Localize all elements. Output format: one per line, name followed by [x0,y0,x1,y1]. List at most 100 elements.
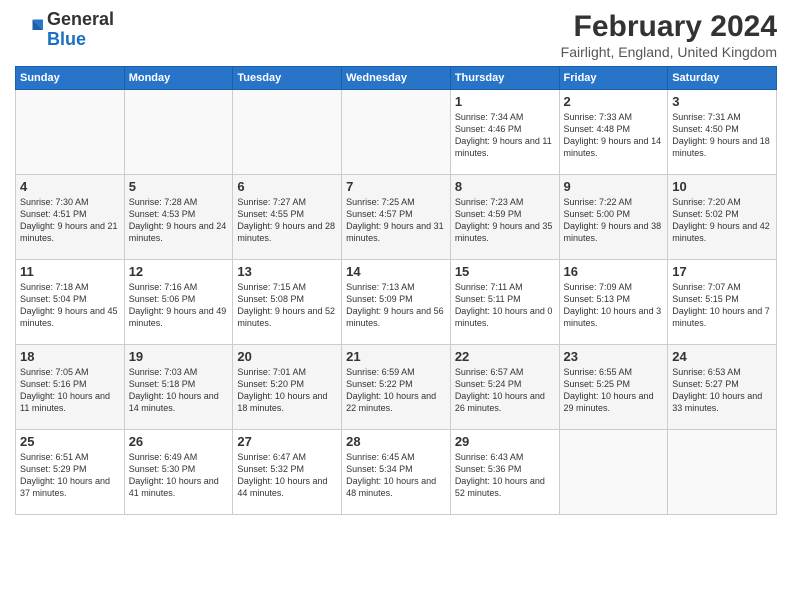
day-info: Sunrise: 7:16 AM Sunset: 5:06 PM Dayligh… [129,281,229,330]
calendar-cell: 17 Sunrise: 7:07 AM Sunset: 5:15 PM Dayli… [668,260,777,345]
calendar-cell: 19Sunrise: 7:03 AM Sunset: 5:18 PM Dayli… [124,345,233,430]
calendar-cell [16,90,125,175]
day-info: Sunrise: 7:28 AM Sunset: 4:53 PM Dayligh… [129,196,229,245]
calendar-week-row: 18 Sunrise: 7:05 AM Sunset: 5:16 PM Dayli… [16,345,777,430]
calendar-cell: 13Sunrise: 7:15 AM Sunset: 5:08 PM Dayli… [233,260,342,345]
day-number: 27 [237,434,337,449]
day-number: 3 [672,94,772,109]
day-number: 18 [20,349,120,364]
day-info: Sunrise: 6:59 AM Sunset: 5:22 PM Dayligh… [346,366,446,415]
calendar-cell: 6 Sunrise: 7:27 AM Sunset: 4:55 PM Daylig… [233,175,342,260]
calendar-cell: 4Sunrise: 7:30 AM Sunset: 4:51 PM Daylig… [16,175,125,260]
calendar-cell: 5 Sunrise: 7:28 AM Sunset: 4:53 PM Daylig… [124,175,233,260]
day-number: 22 [455,349,555,364]
calendar-cell: 2Sunrise: 7:33 AM Sunset: 4:48 PM Daylig… [559,90,668,175]
calendar-cell: 3 Sunrise: 7:31 AM Sunset: 4:50 PM Daylig… [668,90,777,175]
calendar-table: SundayMondayTuesdayWednesdayThursdayFrid… [15,66,777,515]
day-info: Sunrise: 6:51 AM Sunset: 5:29 PM Dayligh… [20,451,120,500]
calendar-cell: 7Sunrise: 7:25 AM Sunset: 4:57 PM Daylig… [342,175,451,260]
calendar-cell: 18 Sunrise: 7:05 AM Sunset: 5:16 PM Dayli… [16,345,125,430]
day-info: Sunrise: 6:43 AM Sunset: 5:36 PM Dayligh… [455,451,555,500]
day-info: Sunrise: 7:31 AM Sunset: 4:50 PM Dayligh… [672,111,772,160]
day-info: Sunrise: 7:33 AM Sunset: 4:48 PM Dayligh… [564,111,664,160]
day-number: 15 [455,264,555,279]
logo-blue: Blue [47,29,86,49]
day-number: 1 [455,94,555,109]
day-info: Sunrise: 7:05 AM Sunset: 5:16 PM Dayligh… [20,366,120,415]
day-number: 9 [564,179,664,194]
day-info: Sunrise: 7:15 AM Sunset: 5:08 PM Dayligh… [237,281,337,330]
day-info: Sunrise: 7:09 AM Sunset: 5:13 PM Dayligh… [564,281,664,330]
day-info: Sunrise: 6:47 AM Sunset: 5:32 PM Dayligh… [237,451,337,500]
day-number: 23 [564,349,664,364]
day-info: Sunrise: 7:22 AM Sunset: 5:00 PM Dayligh… [564,196,664,245]
day-number: 14 [346,264,446,279]
day-number: 26 [129,434,229,449]
calendar-week-row: 25 Sunrise: 6:51 AM Sunset: 5:29 PM Dayli… [16,430,777,515]
calendar-cell: 28Sunrise: 6:45 AM Sunset: 5:34 PM Dayli… [342,430,451,515]
day-info: Sunrise: 7:13 AM Sunset: 5:09 PM Dayligh… [346,281,446,330]
day-number: 6 [237,179,337,194]
day-number: 21 [346,349,446,364]
day-info: Sunrise: 6:55 AM Sunset: 5:25 PM Dayligh… [564,366,664,415]
logo-general: General [47,9,114,29]
weekday-header: Friday [559,67,668,90]
day-number: 17 [672,264,772,279]
calendar-header: SundayMondayTuesdayWednesdayThursdayFrid… [16,67,777,90]
calendar-week-row: 4Sunrise: 7:30 AM Sunset: 4:51 PM Daylig… [16,175,777,260]
day-number: 25 [20,434,120,449]
day-number: 29 [455,434,555,449]
calendar-cell: 10 Sunrise: 7:20 AM Sunset: 5:02 PM Dayli… [668,175,777,260]
calendar-cell: 14 Sunrise: 7:13 AM Sunset: 5:09 PM Dayli… [342,260,451,345]
weekday-header: Thursday [450,67,559,90]
calendar-body: 1 Sunrise: 7:34 AM Sunset: 4:46 PM Daylig… [16,90,777,515]
calendar-cell: 23 Sunrise: 6:55 AM Sunset: 5:25 PM Dayli… [559,345,668,430]
calendar-cell: 16 Sunrise: 7:09 AM Sunset: 5:13 PM Dayli… [559,260,668,345]
day-info: Sunrise: 6:45 AM Sunset: 5:34 PM Dayligh… [346,451,446,500]
calendar-week-row: 1 Sunrise: 7:34 AM Sunset: 4:46 PM Daylig… [16,90,777,175]
day-number: 5 [129,179,229,194]
calendar-cell [668,430,777,515]
day-info: Sunrise: 7:27 AM Sunset: 4:55 PM Dayligh… [237,196,337,245]
day-number: 8 [455,179,555,194]
page-header: General Blue February 2024 Fairlight, En… [15,10,777,60]
day-info: Sunrise: 7:01 AM Sunset: 5:20 PM Dayligh… [237,366,337,415]
day-info: Sunrise: 7:07 AM Sunset: 5:15 PM Dayligh… [672,281,772,330]
day-info: Sunrise: 7:30 AM Sunset: 4:51 PM Dayligh… [20,196,120,245]
calendar-cell [124,90,233,175]
day-info: Sunrise: 6:57 AM Sunset: 5:24 PM Dayligh… [455,366,555,415]
title-section: February 2024 Fairlight, England, United… [561,10,777,60]
calendar-cell: 15 Sunrise: 7:11 AM Sunset: 5:11 PM Dayli… [450,260,559,345]
day-number: 10 [672,179,772,194]
calendar-cell: 29 Sunrise: 6:43 AM Sunset: 5:36 PM Dayli… [450,430,559,515]
calendar-cell [342,90,451,175]
day-number: 20 [237,349,337,364]
day-info: Sunrise: 7:23 AM Sunset: 4:59 PM Dayligh… [455,196,555,245]
day-number: 11 [20,264,120,279]
calendar-cell: 21 Sunrise: 6:59 AM Sunset: 5:22 PM Dayli… [342,345,451,430]
calendar-cell: 11Sunrise: 7:18 AM Sunset: 5:04 PM Dayli… [16,260,125,345]
day-info: Sunrise: 6:53 AM Sunset: 5:27 PM Dayligh… [672,366,772,415]
calendar-cell: 9 Sunrise: 7:22 AM Sunset: 5:00 PM Daylig… [559,175,668,260]
day-number: 12 [129,264,229,279]
month-title: February 2024 [561,10,777,44]
logo: General Blue [15,10,114,50]
day-number: 7 [346,179,446,194]
weekday-row: SundayMondayTuesdayWednesdayThursdayFrid… [16,67,777,90]
weekday-header: Saturday [668,67,777,90]
calendar-cell [559,430,668,515]
day-info: Sunrise: 6:49 AM Sunset: 5:30 PM Dayligh… [129,451,229,500]
day-info: Sunrise: 7:20 AM Sunset: 5:02 PM Dayligh… [672,196,772,245]
calendar-cell [233,90,342,175]
calendar-cell: 26 Sunrise: 6:49 AM Sunset: 5:30 PM Dayli… [124,430,233,515]
calendar-cell: 12 Sunrise: 7:16 AM Sunset: 5:06 PM Dayli… [124,260,233,345]
weekday-header: Tuesday [233,67,342,90]
day-info: Sunrise: 7:11 AM Sunset: 5:11 PM Dayligh… [455,281,555,330]
day-info: Sunrise: 7:34 AM Sunset: 4:46 PM Dayligh… [455,111,555,160]
calendar-cell: 24 Sunrise: 6:53 AM Sunset: 5:27 PM Dayli… [668,345,777,430]
day-number: 24 [672,349,772,364]
calendar-week-row: 11Sunrise: 7:18 AM Sunset: 5:04 PM Dayli… [16,260,777,345]
calendar-cell: 1 Sunrise: 7:34 AM Sunset: 4:46 PM Daylig… [450,90,559,175]
calendar-cell: 27 Sunrise: 6:47 AM Sunset: 5:32 PM Dayli… [233,430,342,515]
day-number: 16 [564,264,664,279]
